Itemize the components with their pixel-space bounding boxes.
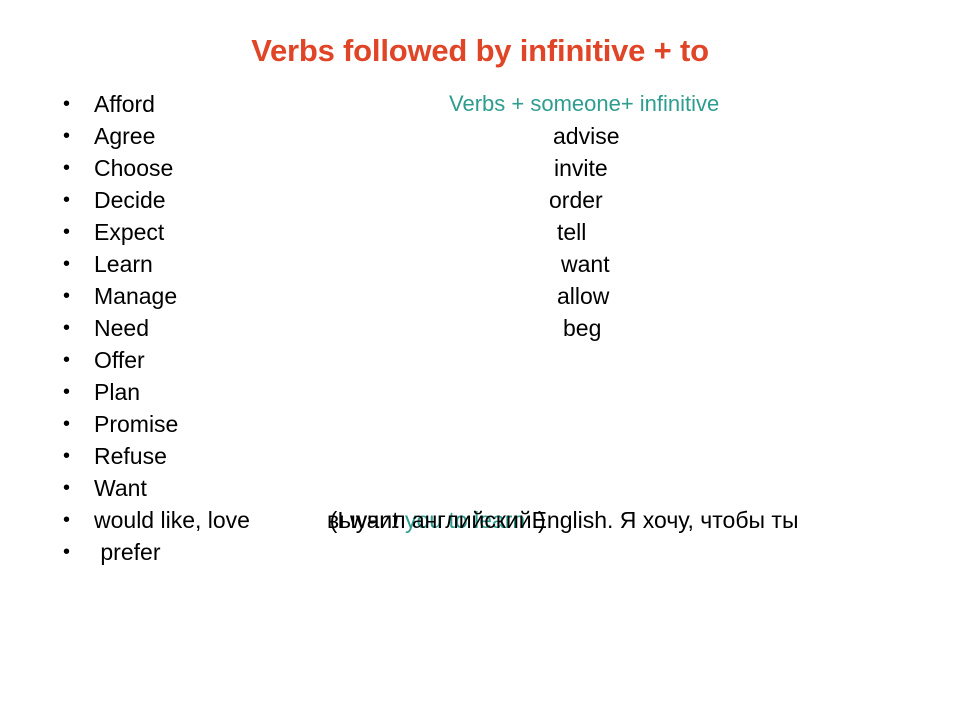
- object-verb-column: Verbs + someone+ infinitive advise invit…: [0, 88, 960, 348]
- object-verb-item: invite: [554, 155, 608, 181]
- bullet-icon: •: [63, 349, 71, 371]
- bullet-icon: •: [63, 509, 71, 531]
- verb-label: Want: [94, 475, 147, 501]
- object-verb-item: want: [561, 251, 610, 277]
- verb-label: Plan: [94, 379, 141, 405]
- slide: Verbs followed by infinitive + to • Affo…: [0, 0, 960, 720]
- bullet-icon: •: [63, 413, 71, 435]
- list-item: • Offer: [0, 344, 400, 376]
- list-item: • Promise: [0, 408, 400, 440]
- page-title: Verbs followed by infinitive + to: [251, 33, 709, 68]
- object-verb-item: tell: [557, 219, 587, 245]
- example-sentence-line-2: выучил английский.): [327, 507, 546, 533]
- bullet-icon: •: [63, 445, 71, 467]
- list-item: • Plan: [0, 376, 400, 408]
- verb-label: prefer: [94, 539, 161, 565]
- verb-label: Offer: [94, 347, 145, 373]
- object-verb-item: beg: [563, 315, 602, 341]
- bullet-icon: •: [63, 541, 71, 563]
- list-item: • Refuse: [0, 440, 400, 472]
- verb-label: Promise: [94, 411, 179, 437]
- example-text-after: English. Я хочу, чтобы ты: [525, 507, 799, 533]
- verb-label: would like, love: [94, 507, 250, 533]
- object-verb-item: order: [549, 187, 603, 213]
- object-verb-heading: Verbs + someone+ infinitive: [449, 91, 720, 116]
- verb-label: Refuse: [94, 443, 167, 469]
- bullet-icon: •: [63, 381, 71, 403]
- bullet-icon: •: [63, 477, 71, 499]
- object-verb-item: advise: [553, 123, 620, 149]
- object-verb-item: allow: [557, 283, 610, 309]
